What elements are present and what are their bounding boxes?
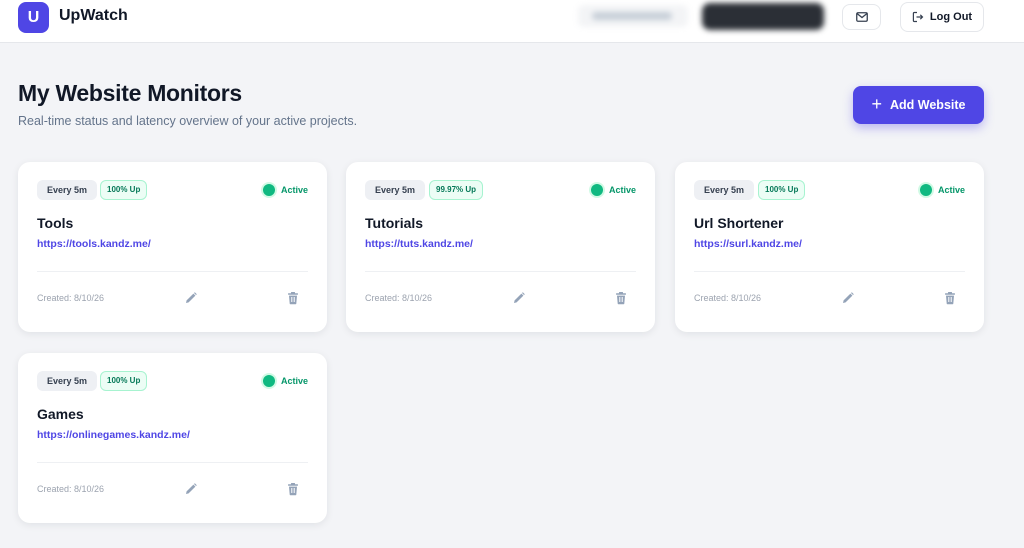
frequency-badge: Every 5m [365,180,426,200]
top-navbar: U UpWatch Log Out [0,0,1024,43]
uptime-badge: 100% Up [758,180,806,200]
delete-icon[interactable] [943,291,957,305]
site-url-link[interactable]: https://tuts.kandz.me/ [365,238,473,250]
status-indicator: Active [590,184,636,196]
card-divider [694,271,965,272]
site-name: Tools [37,215,74,231]
edit-icon[interactable] [184,291,198,305]
status-label: Active [608,185,636,195]
uptime-badge: 100% Up [100,180,148,200]
status-dot-icon [262,375,275,387]
page-title: My Website Monitors [18,80,242,106]
site-url-link[interactable]: https://surl.kandz.me/ [694,238,802,250]
site-url-link[interactable]: https://tools.kandz.me/ [37,238,151,250]
delete-icon[interactable] [614,291,628,305]
monitor-card[interactable]: Every 5m 100% Up Active Url Shortener ht… [675,162,984,332]
status-label: Active [280,185,308,195]
mail-button[interactable] [842,4,881,30]
redacted-account-badge [702,3,824,30]
status-label: Active [937,185,965,195]
uptime-badge: 99.97% Up [429,180,484,200]
card-divider [365,271,636,272]
frequency-badge: Every 5m [694,180,755,200]
logout-icon [912,11,924,23]
edit-icon[interactable] [841,291,855,305]
created-date: Created: 8/10/26 [37,484,105,494]
status-dot-icon [919,184,932,196]
app-name: UpWatch [59,7,128,24]
status-dot-icon [262,184,275,196]
created-date: Created: 8/10/26 [694,293,762,303]
logout-button[interactable]: Log Out [900,2,984,32]
page-subtitle: Real-time status and latency overview of… [18,114,358,128]
delete-icon[interactable] [286,291,300,305]
edit-icon[interactable] [184,482,198,496]
created-date: Created: 8/10/26 [365,293,433,303]
monitor-card[interactable]: Every 5m 100% Up Active Tools https://to… [18,162,327,332]
site-url-link[interactable]: https://onlinegames.kandz.me/ [37,429,190,441]
plus-icon: + [871,94,883,114]
frequency-badge: Every 5m [37,371,98,391]
mail-icon [855,12,868,22]
site-name: Tutorials [365,215,424,231]
redacted-user-info [578,5,688,27]
uptime-badge: 100% Up [100,371,148,391]
created-date: Created: 8/10/26 [37,293,105,303]
site-name: Url Shortener [694,215,784,231]
app-logo[interactable]: U [18,2,49,33]
monitor-card[interactable]: Every 5m 100% Up Active Games https://on… [18,353,327,523]
edit-icon[interactable] [512,291,526,305]
status-label: Active [280,376,308,386]
card-divider [37,271,308,272]
site-name: Games [37,406,84,422]
logout-label: Log Out [929,11,973,23]
add-website-label: Add Website [890,98,966,112]
add-website-button[interactable]: + Add Website [853,86,984,124]
card-divider [37,462,308,463]
status-indicator: Active [262,184,308,196]
status-indicator: Active [262,375,308,387]
monitor-card[interactable]: Every 5m 99.97% Up Active Tutorials http… [346,162,655,332]
status-indicator: Active [919,184,965,196]
delete-icon[interactable] [286,482,300,496]
status-dot-icon [590,184,603,196]
frequency-badge: Every 5m [37,180,98,200]
